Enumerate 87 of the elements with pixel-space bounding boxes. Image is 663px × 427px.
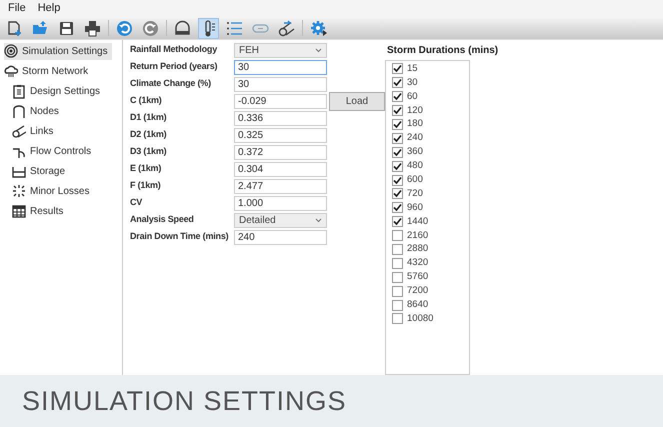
thermometer-icon[interactable] bbox=[198, 18, 219, 38]
pipe-icon[interactable] bbox=[276, 18, 297, 38]
checkbox[interactable] bbox=[392, 63, 403, 74]
checkbox-label: 480 bbox=[407, 159, 423, 174]
checkbox[interactable] bbox=[392, 132, 403, 144]
checkbox[interactable] bbox=[392, 105, 403, 116]
checkbox[interactable] bbox=[392, 286, 403, 297]
sidebar-item[interactable]: Nodes bbox=[12, 103, 63, 120]
checkbox[interactable] bbox=[392, 272, 403, 283]
checkbox[interactable] bbox=[392, 230, 403, 242]
checkbox[interactable] bbox=[392, 244, 403, 256]
field-label: D3 (1km) bbox=[130, 145, 168, 158]
checkbox-label: 4320 bbox=[407, 256, 428, 270]
field-label: D1 (1km) bbox=[130, 111, 168, 124]
list-heading: Storm Durations (mins) bbox=[386, 44, 498, 58]
checkbox-label: 30 bbox=[407, 76, 418, 90]
checkbox[interactable] bbox=[392, 258, 403, 269]
field-label: Climate Change (%) bbox=[130, 77, 212, 90]
cloud-icon bbox=[4, 64, 18, 79]
field-label: CV bbox=[130, 196, 144, 210]
sidebar-item[interactable]: Simulation Settings bbox=[4, 43, 112, 60]
checkbox-label: 15 bbox=[407, 62, 418, 76]
input-field[interactable]: 240 bbox=[234, 230, 327, 244]
checkbox[interactable] bbox=[392, 188, 403, 200]
clipboard-icon bbox=[12, 84, 26, 99]
field-label: Drain Down Time (mins) bbox=[130, 230, 230, 244]
sidebar-item[interactable]: Design Settings bbox=[12, 83, 104, 100]
checkbox-label: 360 bbox=[407, 145, 423, 160]
input-field[interactable]: 0.325 bbox=[234, 128, 327, 142]
field-label: Return Period (years) bbox=[130, 60, 218, 74]
input-field[interactable]: 0.336 bbox=[234, 110, 327, 126]
field-label: C (1km) bbox=[130, 94, 163, 108]
pipe-icon bbox=[12, 124, 26, 139]
burst-icon bbox=[12, 184, 26, 199]
checkbox-label: 8640 bbox=[407, 298, 428, 312]
checkbox-label: 2880 bbox=[407, 242, 428, 256]
field-label: Rainfall Methodology bbox=[130, 43, 218, 56]
menu-item[interactable]: Help bbox=[38, 0, 60, 17]
checkbox[interactable] bbox=[392, 216, 403, 228]
checkbox-label: 240 bbox=[407, 131, 423, 146]
checkbox-label: 120 bbox=[407, 104, 423, 118]
table-icon bbox=[12, 204, 26, 219]
sidebar-item[interactable]: Storm Network bbox=[4, 63, 92, 80]
checkbox-label: 10080 bbox=[407, 312, 434, 326]
dropdown[interactable]: FEH bbox=[234, 42, 327, 58]
caret-icon bbox=[315, 218, 322, 222]
sidebar-item[interactable]: Flow Controls bbox=[12, 143, 96, 160]
checkbox-label: 1440 bbox=[407, 214, 428, 229]
input-field[interactable]: 1.000 bbox=[234, 196, 327, 210]
checkbox[interactable] bbox=[392, 119, 403, 130]
sidebar-item[interactable]: Minor Losses bbox=[12, 183, 94, 200]
checkbox[interactable] bbox=[392, 174, 403, 186]
checkbox[interactable] bbox=[392, 91, 403, 102]
caret-icon bbox=[315, 48, 322, 52]
sidebar-item[interactable]: Links bbox=[12, 123, 58, 140]
field-label: F (1km) bbox=[130, 179, 162, 192]
checkbox-label: 7200 bbox=[407, 284, 428, 298]
field-label: D2 (1km) bbox=[130, 128, 168, 142]
checkbox-label: 720 bbox=[407, 186, 423, 201]
checkbox-label: 180 bbox=[407, 117, 423, 132]
checkbox-label: 600 bbox=[407, 172, 423, 187]
field-label: Analysis Speed bbox=[130, 213, 195, 226]
tank-icon bbox=[12, 164, 26, 179]
checkbox-label: 960 bbox=[407, 200, 423, 215]
menu-item[interactable]: File bbox=[8, 0, 26, 17]
checkbox[interactable] bbox=[392, 160, 403, 172]
input-field[interactable]: -0.029 bbox=[234, 94, 327, 108]
input-field[interactable]: 30 bbox=[234, 60, 327, 74]
sidebar-item[interactable]: Storage bbox=[12, 163, 70, 180]
checkbox[interactable] bbox=[392, 300, 403, 311]
input-field[interactable]: 0.372 bbox=[234, 144, 327, 160]
input-field[interactable]: 0.304 bbox=[234, 162, 327, 176]
target-icon bbox=[4, 44, 18, 59]
dropdown[interactable]: Detailed bbox=[234, 212, 327, 228]
input-field[interactable]: 30 bbox=[234, 76, 327, 92]
load-button[interactable]: Load bbox=[329, 92, 385, 110]
field-label: E (1km) bbox=[130, 162, 162, 176]
checkbox[interactable] bbox=[392, 77, 403, 88]
checkbox-label: 2160 bbox=[407, 228, 428, 243]
sidebar-item[interactable]: Results bbox=[12, 203, 68, 220]
input-field[interactable]: 2.477 bbox=[234, 178, 327, 194]
checkbox[interactable] bbox=[392, 146, 403, 158]
checkbox-label: 60 bbox=[407, 90, 418, 104]
checkbox[interactable] bbox=[392, 313, 403, 324]
page-caption: SIMULATION SETTINGS bbox=[22, 384, 347, 418]
checkbox-label: 5760 bbox=[407, 270, 428, 284]
checkbox[interactable] bbox=[392, 202, 403, 214]
